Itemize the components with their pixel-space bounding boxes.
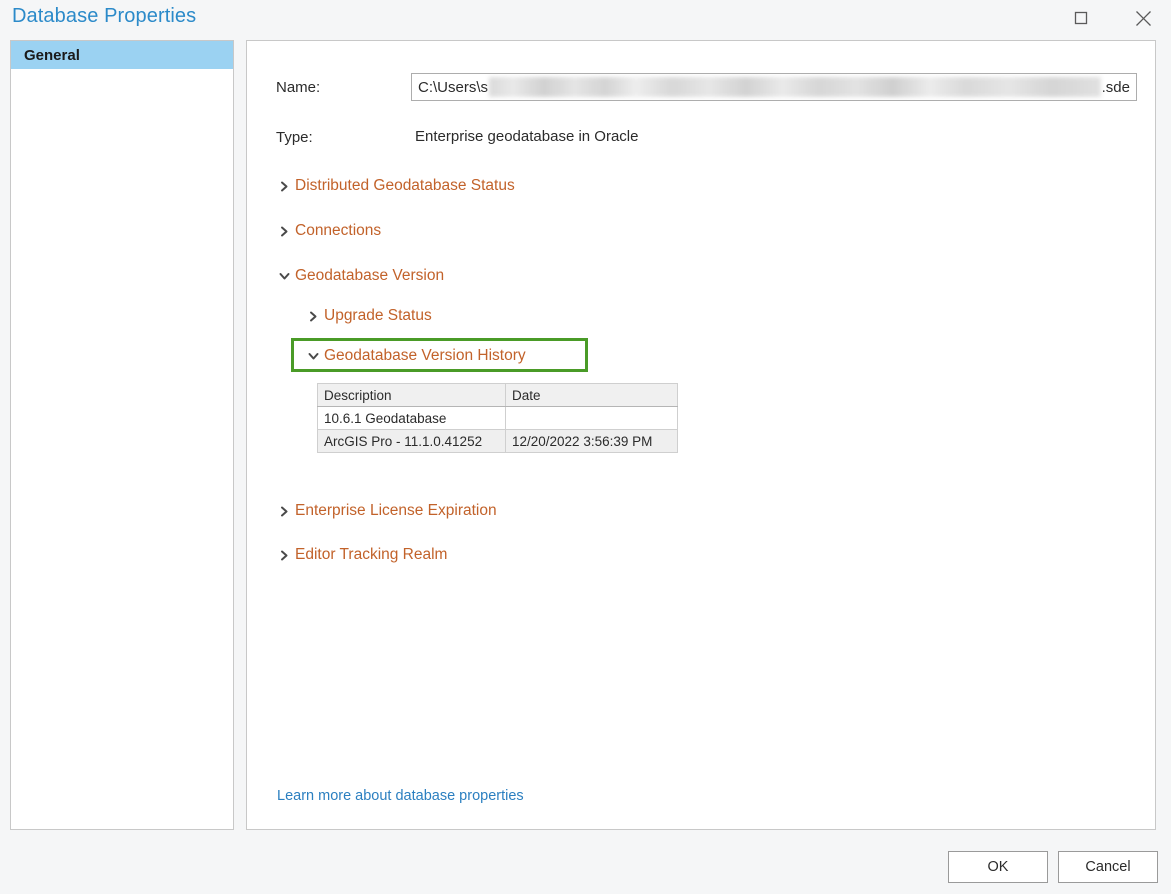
version-history-table: Description Date 10.6.1 Geodatabase ArcG… — [317, 383, 678, 453]
type-value: Enterprise geodatabase in Oracle — [415, 128, 638, 145]
page-title: Database Properties — [12, 5, 196, 28]
cell-description: 10.6.1 Geodatabase — [318, 407, 506, 430]
table-row[interactable]: 10.6.1 Geodatabase — [318, 407, 678, 430]
column-header-description: Description — [318, 384, 506, 407]
section-label: Geodatabase Version History — [321, 347, 526, 365]
cancel-button-label: Cancel — [1085, 859, 1130, 875]
column-header-date: Date — [506, 384, 678, 407]
chevron-down-icon — [305, 352, 321, 361]
section-label: Distributed Geodatabase Status — [292, 177, 515, 195]
chevron-down-icon — [276, 272, 292, 281]
name-value-suffix: .sde — [1102, 79, 1130, 96]
maximize-button[interactable] — [1058, 0, 1104, 36]
cell-date — [506, 407, 678, 430]
close-button[interactable] — [1120, 0, 1166, 36]
cell-date: 12/20/2022 3:56:39 PM — [506, 430, 678, 453]
section-label: Upgrade Status — [321, 307, 432, 325]
content-panel: Name: C:\Users\s .sde Type: Enterprise g… — [246, 40, 1156, 830]
name-input[interactable]: C:\Users\s .sde — [411, 73, 1137, 101]
table-row[interactable]: ArcGIS Pro - 11.1.0.41252 12/20/2022 3:5… — [318, 430, 678, 453]
chevron-right-icon — [276, 181, 292, 192]
section-editor-tracking-realm[interactable]: Editor Tracking Realm — [276, 546, 447, 564]
section-connections[interactable]: Connections — [276, 222, 381, 240]
section-label: Editor Tracking Realm — [292, 546, 447, 564]
sidebar-panel: General — [10, 40, 234, 830]
chevron-right-icon — [276, 226, 292, 237]
learn-more-link[interactable]: Learn more about database properties — [277, 788, 524, 804]
table-header-row: Description Date — [318, 384, 678, 407]
section-distributed-geodatabase-status[interactable]: Distributed Geodatabase Status — [276, 177, 515, 195]
section-enterprise-license-expiration[interactable]: Enterprise License Expiration — [276, 502, 497, 520]
cancel-button[interactable]: Cancel — [1058, 851, 1158, 883]
ok-button[interactable]: OK — [948, 851, 1048, 883]
close-icon — [1135, 10, 1152, 27]
section-label: Enterprise License Expiration — [292, 502, 497, 520]
chevron-right-icon — [276, 550, 292, 561]
cell-description: ArcGIS Pro - 11.1.0.41252 — [318, 430, 506, 453]
title-bar: Database Properties — [0, 0, 1171, 37]
ok-button-label: OK — [988, 859, 1009, 875]
maximize-icon — [1074, 11, 1088, 25]
section-label: Geodatabase Version — [292, 267, 444, 285]
section-label: Connections — [292, 222, 381, 240]
type-label: Type: — [276, 129, 313, 146]
database-properties-dialog: Database Properties General Name: — [0, 0, 1171, 894]
name-value-redacted — [489, 77, 1101, 97]
section-upgrade-status[interactable]: Upgrade Status — [305, 307, 432, 325]
chevron-right-icon — [276, 506, 292, 517]
section-geodatabase-version-history[interactable]: Geodatabase Version History — [305, 347, 526, 365]
name-value-prefix: C:\Users\s — [418, 79, 488, 96]
name-label: Name: — [276, 79, 320, 96]
chevron-right-icon — [305, 311, 321, 322]
sidebar-item-general[interactable]: General — [11, 41, 233, 69]
sidebar-item-label: General — [24, 47, 80, 64]
section-geodatabase-version[interactable]: Geodatabase Version — [276, 267, 444, 285]
